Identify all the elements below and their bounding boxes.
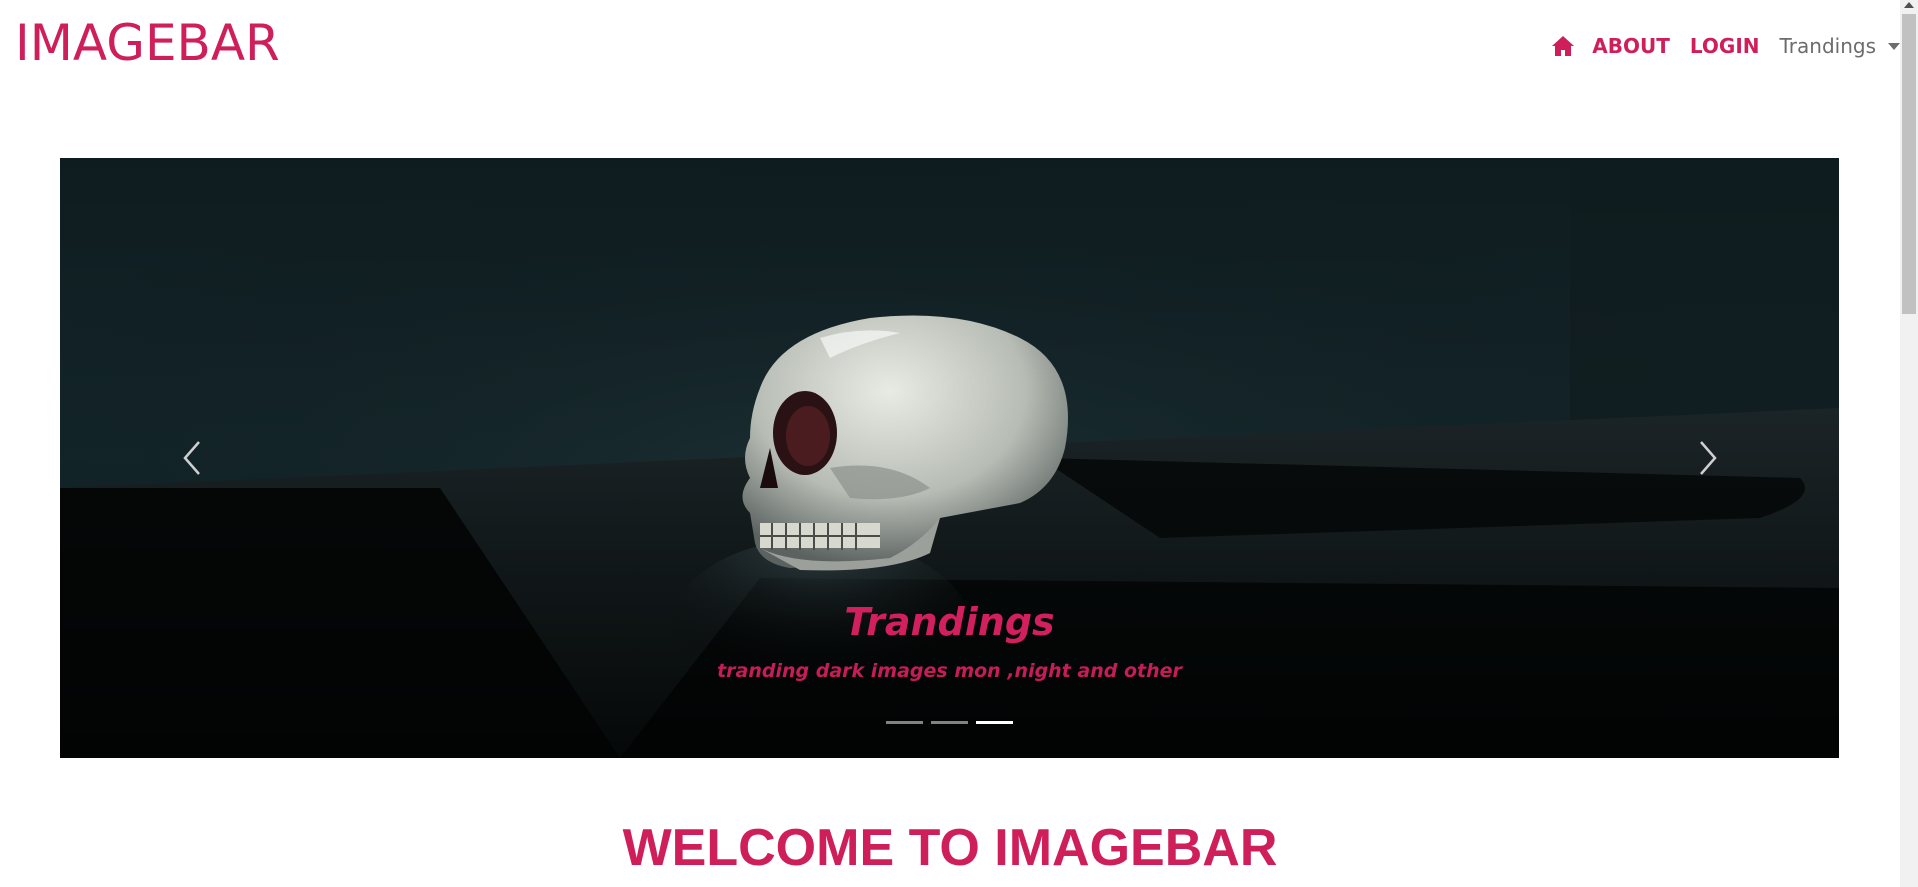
carousel-indicator-2[interactable] xyxy=(931,721,968,724)
carousel-indicator-1[interactable] xyxy=(886,721,923,724)
carousel-next-button[interactable] xyxy=(1688,416,1728,500)
carousel-indicators xyxy=(60,721,1839,724)
page: IMAGEBAR ABOUT LOGIN Trandings Trandings… xyxy=(0,0,1918,887)
chevron-right-icon xyxy=(1700,441,1717,475)
nav-dropdown-label: Trandings xyxy=(1779,34,1876,58)
carousel-prev-button[interactable] xyxy=(172,416,212,500)
nav-links: ABOUT LOGIN Trandings xyxy=(1550,28,1900,64)
navbar: IMAGEBAR ABOUT LOGIN Trandings xyxy=(0,0,1900,90)
carousel-caption-title: Trandings xyxy=(844,600,1055,644)
nav-trandings-dropdown[interactable]: Trandings xyxy=(1780,34,1900,58)
image-carousel[interactable]: Trandings tranding dark images mon ,nigh… xyxy=(60,158,1839,758)
carousel-caption-text: tranding dark images mon ,night and othe… xyxy=(717,660,1182,682)
carousel-indicator-3[interactable] xyxy=(976,721,1013,724)
brand-logo[interactable]: IMAGEBAR xyxy=(15,14,280,72)
scroll-up-arrow-icon[interactable] xyxy=(1904,2,1914,8)
home-icon[interactable] xyxy=(1550,33,1576,59)
chevron-left-icon xyxy=(183,441,200,475)
nav-about[interactable]: ABOUT xyxy=(1592,34,1670,58)
page-scrollbar[interactable] xyxy=(1900,0,1918,887)
caret-down-icon xyxy=(1888,42,1900,50)
scroll-thumb[interactable] xyxy=(1902,14,1916,314)
welcome-heading: WELCOME TO IMAGEBAR xyxy=(622,819,1278,877)
nav-login[interactable]: LOGIN xyxy=(1690,34,1760,58)
